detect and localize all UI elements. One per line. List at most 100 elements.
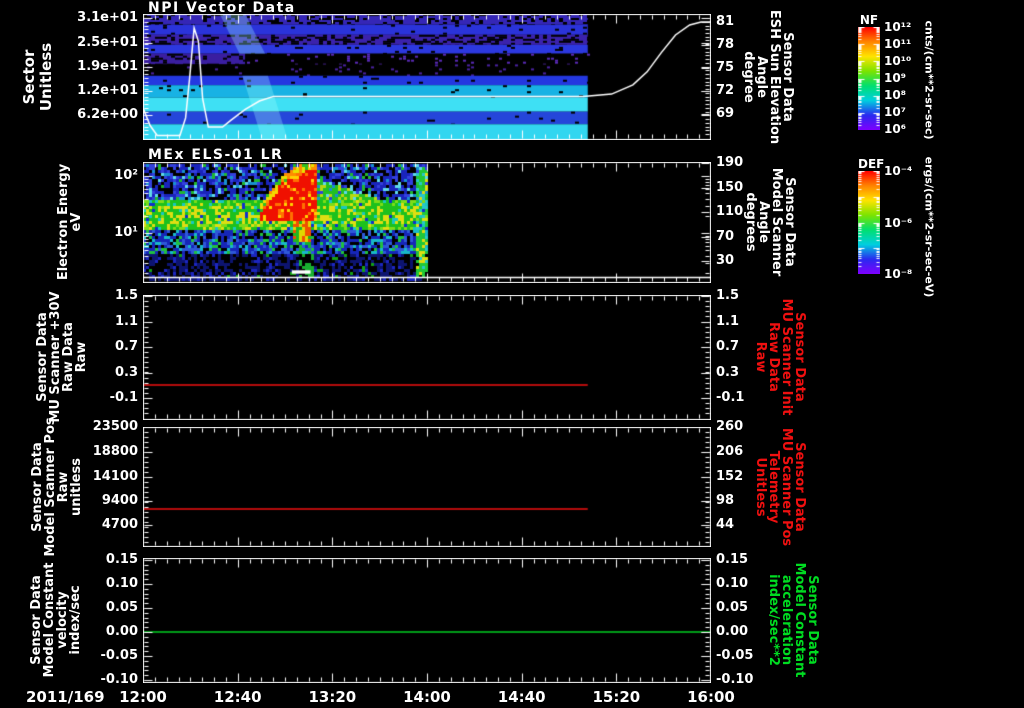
tick-label: 10¹¹ <box>884 36 912 51</box>
axis-label-line: Raw <box>753 341 768 373</box>
tick-label: 0.05 <box>716 600 749 615</box>
tick-label: 72 <box>716 82 735 98</box>
tick-label: 10⁻⁶ <box>884 215 913 230</box>
tick-label: 0.00 <box>716 624 749 639</box>
els-spectrogram-canvas <box>143 162 711 283</box>
model-velocity-plot-canvas <box>143 558 711 683</box>
axis-label-line: index/sec**2 <box>766 574 781 666</box>
axis-label-line: MU Scanner Init <box>779 298 794 416</box>
tick-label: 0.10 <box>716 576 749 591</box>
tick-label: 0.15 <box>716 552 749 567</box>
tick-label: 10⁻⁸ <box>884 267 913 281</box>
nf-colorbar-units: cnts/(cm**2-sr-sec) <box>922 20 936 140</box>
time-tick-label: 16:00 <box>687 688 735 706</box>
tick-label: 0.7 <box>114 339 138 354</box>
time-tick-label: 14:40 <box>497 688 546 706</box>
tick-label: 14100 <box>92 469 138 485</box>
tick-label: 1.9e+01 <box>77 59 138 75</box>
axis-label-line: Sector <box>20 49 38 105</box>
time-tick-label: 12:40 <box>213 688 262 706</box>
axis-label-line: eV <box>69 212 84 232</box>
tick-label: 10⁸ <box>884 87 906 102</box>
time-tick-label: 13:20 <box>308 688 357 706</box>
time-tick-label: 14:00 <box>403 688 451 706</box>
panel2-y2label: Sensor Data Model Scanner Angle degrees <box>743 167 797 277</box>
tick-label: 10² <box>114 168 138 184</box>
tick-label: 10⁹ <box>884 70 906 85</box>
tick-label: 1.1 <box>114 313 138 329</box>
tick-label: 30 <box>716 252 735 268</box>
tick-label: 69 <box>716 106 735 122</box>
axis-label-line: Sensor Data <box>780 32 795 122</box>
tick-label: 4700 <box>101 517 138 533</box>
def-colorbar-units: ergs/(cm**2-sr-sec-eV) <box>922 156 936 298</box>
tick-label: 0.00 <box>105 624 138 639</box>
panel4-ylabel: Sensor Data Model Scanner Pos Raw unitless <box>30 417 84 556</box>
tick-label: 18800 <box>92 443 138 459</box>
axis-label-line: Sensor Data <box>805 575 820 665</box>
tick-label: 0.7 <box>716 339 740 354</box>
tick-label: 81 <box>716 13 735 29</box>
panel2-title: MEx ELS-01 LR <box>148 147 284 163</box>
tick-label: 0.3 <box>114 364 138 380</box>
tick-label: 150 <box>716 180 744 195</box>
axis-label-line: Sensor Data <box>792 442 807 532</box>
tick-label: 3.1e+01 <box>77 10 138 26</box>
axis-label-line: unitless <box>69 458 84 516</box>
panel2-ylabel: Electron Energy eV <box>56 164 84 280</box>
axis-label-line: Raw <box>74 341 89 373</box>
def-colorbar-title: DEF <box>858 157 885 171</box>
axis-label-line: Unitless <box>37 42 55 112</box>
tick-label: 1.1 <box>716 313 740 329</box>
time-tick-label: 12:00 <box>119 688 167 706</box>
tick-label: 206 <box>716 443 744 459</box>
tick-label: 9400 <box>101 493 138 509</box>
axis-label-line: ESH Sun Elevation <box>767 9 782 145</box>
tick-label: -0.10 <box>100 672 138 687</box>
tick-label: -0.1 <box>716 390 745 405</box>
tick-label: -0.10 <box>716 672 754 687</box>
tick-label: 0.10 <box>105 576 138 591</box>
def-colorbar <box>858 171 880 274</box>
tick-label: 98 <box>716 493 735 509</box>
panel1-y2label: Sensor Data ESH Sun Elevation Angle degree <box>741 9 795 145</box>
tick-label: 23500 <box>92 419 138 434</box>
tick-label: 44 <box>716 517 735 533</box>
date-label: 2011/169 <box>26 688 105 706</box>
tick-label: 10⁷ <box>884 104 906 119</box>
tick-label: 2.5e+01 <box>77 34 138 50</box>
tick-label: 6.2e+00 <box>77 107 138 123</box>
tick-label: 10¹⁰ <box>884 53 912 68</box>
axis-label-line: acceleration <box>779 574 794 666</box>
time-tick-label: 15:20 <box>592 688 641 706</box>
tick-label: 0.15 <box>105 552 138 567</box>
tick-label: 1.5 <box>716 288 740 303</box>
nf-colorbar-title: NF <box>859 13 879 27</box>
panel3-ylabel: Sensor Data MU Scanner +30V Raw Data Raw <box>35 291 89 422</box>
panel1-ylabel: Sector Unitless <box>20 42 55 112</box>
tick-label: 110 <box>716 203 744 219</box>
tick-label: 0.3 <box>716 364 740 380</box>
axis-label-line: Sensor Data <box>782 177 797 267</box>
science-plot-page: NPI Vector Data MEx ELS-01 LR NF DEF cnt… <box>0 0 1024 708</box>
tick-label: 260 <box>716 419 744 434</box>
axis-label-line: Model Constant <box>792 562 807 678</box>
tick-label: -0.05 <box>716 648 754 663</box>
axis-label-line: Unitless <box>753 457 768 517</box>
axis-label-line: Model Scanner <box>769 167 784 277</box>
tick-label: 190 <box>716 154 744 170</box>
axis-label-line: Sensor Data <box>792 312 807 402</box>
panel3-y2label: Sensor Data MU Scanner Init Raw Data Raw <box>753 298 807 416</box>
tick-label: -0.1 <box>109 390 138 405</box>
tick-label: 1.2e+01 <box>77 82 138 98</box>
axis-label-line: MU Scanner Pos <box>779 427 794 547</box>
panel5-ylabel: Sensor Data Model Constant velocity index/s… <box>29 563 83 678</box>
tick-label: -0.05 <box>100 648 138 663</box>
scanner-pos-plot-canvas <box>143 427 711 547</box>
tick-label: 0.05 <box>105 600 138 615</box>
mu-scanner-raw-plot-canvas <box>143 295 711 420</box>
panel5-y2label: Sensor Data Model Constant acceleration ind… <box>766 562 820 678</box>
nf-colorbar <box>858 27 880 130</box>
tick-label: 75 <box>716 60 735 76</box>
tick-label: 10⁻⁴ <box>884 164 913 178</box>
